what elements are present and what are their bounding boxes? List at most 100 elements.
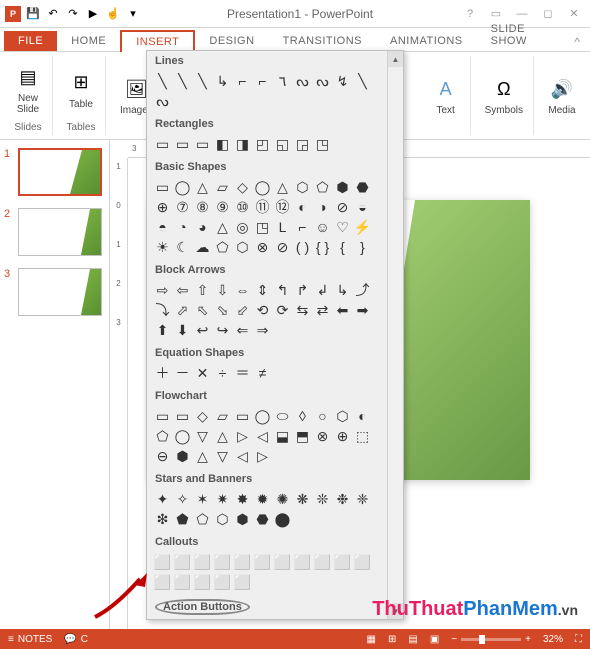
- shape-item[interactable]: ⬚: [353, 426, 372, 445]
- shape-item[interactable]: ⟳: [273, 300, 292, 319]
- shape-item[interactable]: ⇕: [253, 280, 272, 299]
- shape-item[interactable]: ⌐: [293, 217, 312, 236]
- shape-item[interactable]: ⌐: [233, 71, 252, 90]
- shape-item[interactable]: ⬣: [253, 509, 272, 528]
- shape-item[interactable]: ⇄: [313, 300, 332, 319]
- redo-icon[interactable]: ↷: [64, 5, 82, 23]
- shape-item[interactable]: ◐: [293, 197, 312, 216]
- shape-item[interactable]: ❋: [293, 489, 312, 508]
- shape-item[interactable]: 📄: [353, 619, 372, 620]
- shape-item[interactable]: ⚡: [353, 217, 372, 236]
- shape-item[interactable]: ⬡: [293, 177, 312, 196]
- tab-home[interactable]: HOME: [57, 31, 120, 51]
- shape-item[interactable]: ⬢: [173, 446, 192, 465]
- shape-item[interactable]: ✕: [193, 363, 212, 382]
- shape-item[interactable]: ☁: [193, 237, 212, 256]
- shape-item[interactable]: ✺: [273, 489, 292, 508]
- shape-item[interactable]: ⬆: [153, 320, 172, 339]
- shape-item[interactable]: ⬜: [173, 552, 192, 571]
- shape-item[interactable]: ⊘: [273, 237, 292, 256]
- shape-item[interactable]: ✸: [233, 489, 252, 508]
- shape-item[interactable]: ◯: [253, 406, 272, 425]
- shape-item[interactable]: ⏏: [253, 619, 272, 620]
- shape-item[interactable]: ᔓ: [293, 71, 312, 90]
- shape-item[interactable]: ⊗: [253, 237, 272, 256]
- shape-item[interactable]: ☾: [173, 237, 192, 256]
- shape-item[interactable]: ▭: [193, 134, 212, 153]
- shape-item[interactable]: ▣: [193, 619, 212, 620]
- shape-item[interactable]: ⬜: [173, 572, 192, 591]
- shape-item[interactable]: ( ): [293, 237, 312, 256]
- shape-item[interactable]: ◎: [233, 217, 252, 236]
- shape-item[interactable]: ◯: [173, 177, 192, 196]
- shape-item[interactable]: ▱: [213, 406, 232, 425]
- shape-item[interactable]: ⊗: [313, 426, 332, 445]
- shape-item[interactable]: ⏭: [233, 619, 252, 620]
- shape-item[interactable]: ♡: [333, 217, 352, 236]
- shape-item[interactable]: ⬠: [193, 509, 212, 528]
- shape-item[interactable]: ◁: [233, 446, 252, 465]
- shape-item[interactable]: ⬜: [273, 552, 292, 571]
- shape-item[interactable]: ╲: [193, 71, 212, 90]
- shape-item[interactable]: ≠: [253, 363, 272, 382]
- shape-item[interactable]: ⬜: [193, 552, 212, 571]
- shape-item[interactable]: △: [213, 217, 232, 236]
- shape-item[interactable]: ▽: [213, 446, 232, 465]
- shape-item[interactable]: ⑦: [173, 197, 192, 216]
- collapse-ribbon-icon[interactable]: ^: [568, 33, 586, 51]
- shape-item[interactable]: ⬤: [273, 509, 292, 528]
- shape-item[interactable]: ▷: [233, 426, 252, 445]
- shape-item[interactable]: ◁: [153, 619, 172, 620]
- shape-item[interactable]: ⬇: [173, 320, 192, 339]
- shape-item[interactable]: ▭: [153, 406, 172, 425]
- touch-mode-icon[interactable]: ☝: [104, 5, 122, 23]
- shape-item[interactable]: ◳: [313, 134, 332, 153]
- shape-item[interactable]: ＝: [233, 363, 252, 382]
- shape-item[interactable]: ⑧: [193, 197, 212, 216]
- shape-item[interactable]: ▷: [173, 619, 192, 620]
- shape-item[interactable]: ◕: [193, 217, 212, 236]
- tab-transitions[interactable]: TRANSITIONS: [269, 31, 376, 51]
- shape-item[interactable]: ⇨: [153, 280, 172, 299]
- shape-item[interactable]: ⬜: [153, 552, 172, 571]
- shape-item[interactable]: ╲: [353, 71, 372, 90]
- shape-item[interactable]: ◯: [173, 426, 192, 445]
- shape-item[interactable]: ⬒: [293, 426, 312, 445]
- shape-item[interactable]: ◇: [233, 177, 252, 196]
- shape-item[interactable]: ✧: [173, 489, 192, 508]
- shape-item[interactable]: ⬡: [233, 237, 252, 256]
- table-button[interactable]: ⊞ Table: [63, 67, 99, 112]
- shape-item[interactable]: △: [213, 426, 232, 445]
- scroll-down-icon[interactable]: ▼: [388, 603, 403, 619]
- media-button[interactable]: 🔊 Media: [544, 73, 580, 118]
- shape-item[interactable]: ▭: [153, 134, 172, 153]
- shape-item[interactable]: ⇐: [233, 320, 252, 339]
- shape-item[interactable]: ⑨: [213, 197, 232, 216]
- symbols-button[interactable]: Ω Symbols: [481, 73, 527, 118]
- shape-item[interactable]: ▭: [173, 134, 192, 153]
- shape-item[interactable]: ↰: [273, 280, 292, 299]
- shape-item[interactable]: ↯: [333, 71, 352, 90]
- slideshow-start-icon[interactable]: ▶: [84, 5, 102, 23]
- shape-item[interactable]: ◓: [153, 217, 172, 236]
- shape-item[interactable]: ⊕: [333, 426, 352, 445]
- shape-item[interactable]: ⇒: [253, 320, 272, 339]
- shape-item[interactable]: ❇: [153, 509, 172, 528]
- shape-item[interactable]: ◲: [293, 134, 312, 153]
- shape-item[interactable]: ↱: [293, 280, 312, 299]
- view-normal-icon[interactable]: ▦: [367, 634, 376, 645]
- shape-item[interactable]: ○: [313, 406, 332, 425]
- shape-item[interactable]: ⬟: [173, 509, 192, 528]
- shape-item[interactable]: ⑩: [233, 197, 252, 216]
- shape-item[interactable]: ⬁: [193, 300, 212, 319]
- shape-item[interactable]: ▷: [253, 446, 272, 465]
- shape-item[interactable]: ⇧: [193, 280, 212, 299]
- shape-item[interactable]: ⇩: [213, 280, 232, 299]
- tab-file[interactable]: FILE: [4, 31, 57, 51]
- slide-thumbnail-2[interactable]: 2: [4, 208, 105, 256]
- shape-item[interactable]: ⬠: [313, 177, 332, 196]
- shape-item[interactable]: ⊕: [153, 197, 172, 216]
- shape-item[interactable]: ⬣: [353, 177, 372, 196]
- shape-item[interactable]: ↩: [193, 320, 212, 339]
- shape-item[interactable]: ⬠: [213, 237, 232, 256]
